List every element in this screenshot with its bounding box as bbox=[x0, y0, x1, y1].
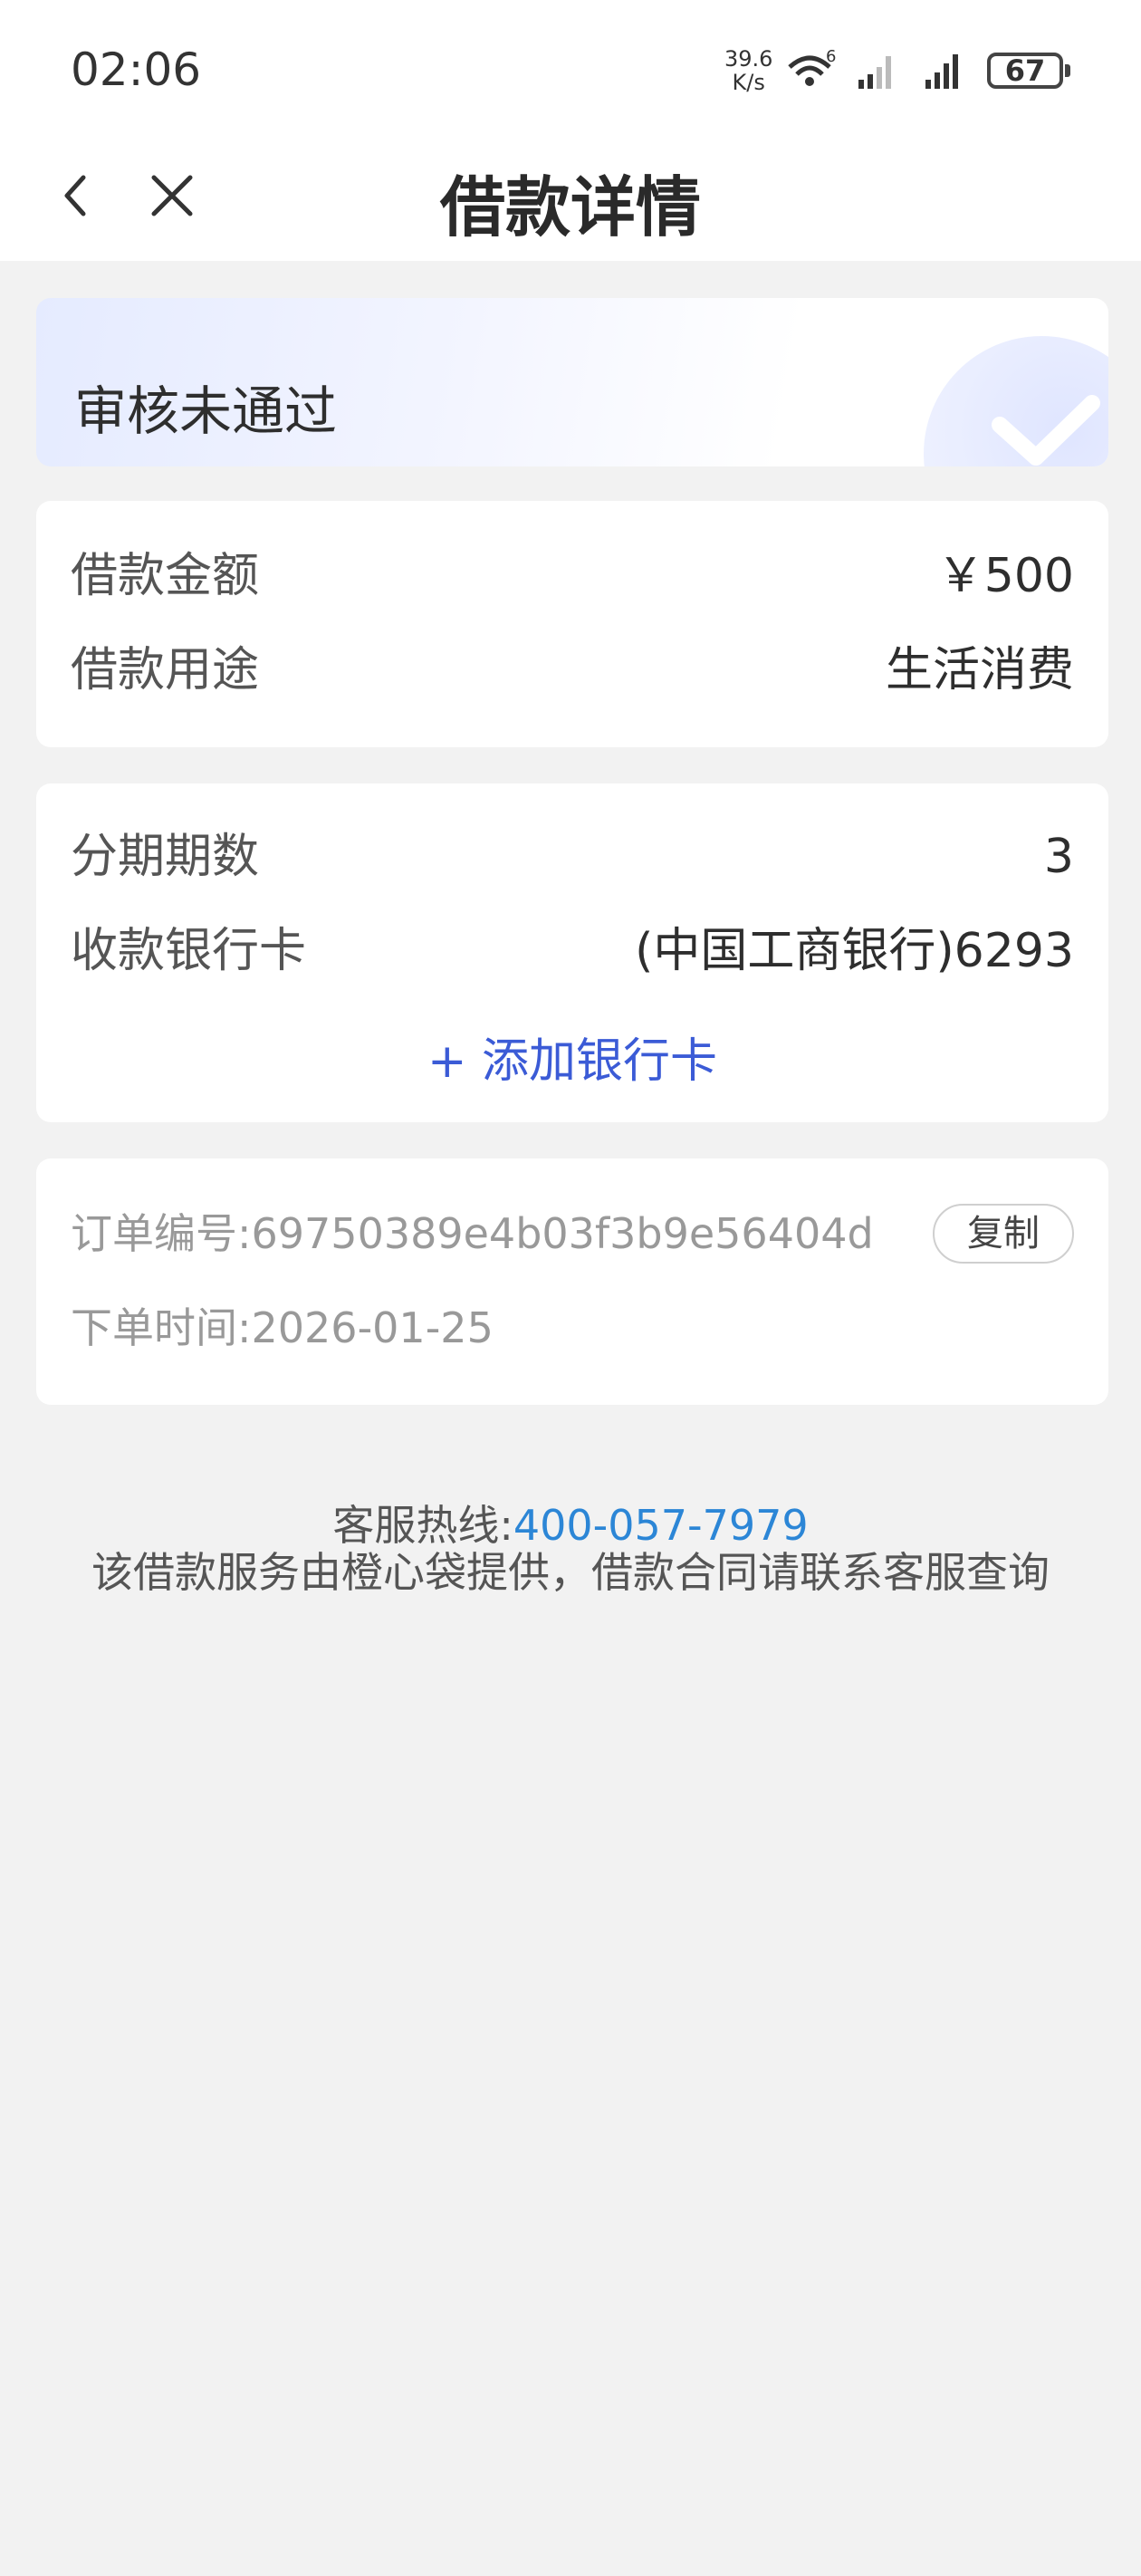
svg-text:6: 6 bbox=[826, 47, 836, 66]
checkmark-icon bbox=[992, 395, 1100, 466]
loan-info-card: 借款金额 ￥500 借款用途 生活消费 bbox=[36, 501, 1108, 747]
installment-periods-label: 分期期数 bbox=[71, 830, 260, 884]
order-time-row: 下单时间:2026-01-25 bbox=[71, 1301, 494, 1355]
signal-strength-icon-sim1 bbox=[858, 56, 891, 89]
order-info-card: 订单编号:69750389e4b03f3b9e56404d 复制 下单时间:20… bbox=[36, 1158, 1108, 1405]
service-notice: 该借款服务由橙心袋提供，借款合同请联系客服查询 bbox=[91, 1548, 1050, 1597]
network-speed: 39.6 K/s bbox=[724, 47, 772, 94]
signal-strength-icon-sim2 bbox=[925, 54, 958, 89]
network-speed-value: 39.6 bbox=[724, 46, 773, 72]
loan-amount-value: ￥500 bbox=[936, 549, 1074, 603]
review-status-text: 审核未通过 bbox=[74, 380, 338, 442]
loan-amount-row: 借款金额 ￥500 bbox=[71, 544, 1074, 608]
signal-icons: 6 bbox=[788, 47, 958, 89]
installment-card: 分期期数 3 收款银行卡 (中国工商银行)6293 + 添加银行卡 bbox=[36, 783, 1108, 1122]
status-bar: 02:06 39.6 K/s 6 67 bbox=[0, 0, 1141, 136]
installment-periods-row: 分期期数 3 bbox=[71, 825, 1074, 889]
loan-amount-label: 借款金额 bbox=[71, 549, 260, 603]
installment-periods-value: 3 bbox=[1043, 830, 1074, 884]
add-bank-card-button[interactable]: + 添加银行卡 bbox=[36, 1023, 1108, 1091]
order-time-label: 下单时间: bbox=[71, 1303, 252, 1352]
loan-purpose-value: 生活消费 bbox=[885, 643, 1074, 697]
battery-icon: 67 bbox=[987, 53, 1063, 89]
order-number-row: 订单编号:69750389e4b03f3b9e56404d bbox=[71, 1206, 874, 1261]
order-number-value: 69750389e4b03f3b9e56404d bbox=[251, 1209, 874, 1258]
battery-tip bbox=[1065, 64, 1070, 77]
order-time-value: 2026-01-25 bbox=[251, 1303, 494, 1352]
network-speed-unit: K/s bbox=[732, 70, 765, 95]
clock: 02:06 bbox=[71, 43, 202, 96]
bank-card-row[interactable]: 收款银行卡 (中国工商银行)6293 bbox=[71, 919, 1074, 983]
bank-card-label: 收款银行卡 bbox=[71, 924, 307, 978]
copy-button[interactable]: 复制 bbox=[933, 1204, 1074, 1264]
order-number-label: 订单编号: bbox=[71, 1209, 252, 1258]
loan-purpose-label: 借款用途 bbox=[71, 643, 260, 697]
wifi-icon: 6 bbox=[788, 47, 836, 86]
review-status-card: 审核未通过 bbox=[36, 298, 1108, 466]
loan-purpose-row: 借款用途 生活消费 bbox=[71, 639, 1074, 702]
page-title: 借款详情 bbox=[439, 169, 701, 245]
nav-bar: 借款详情 bbox=[0, 136, 1141, 261]
bank-card-value: (中国工商银行)6293 bbox=[635, 924, 1074, 978]
